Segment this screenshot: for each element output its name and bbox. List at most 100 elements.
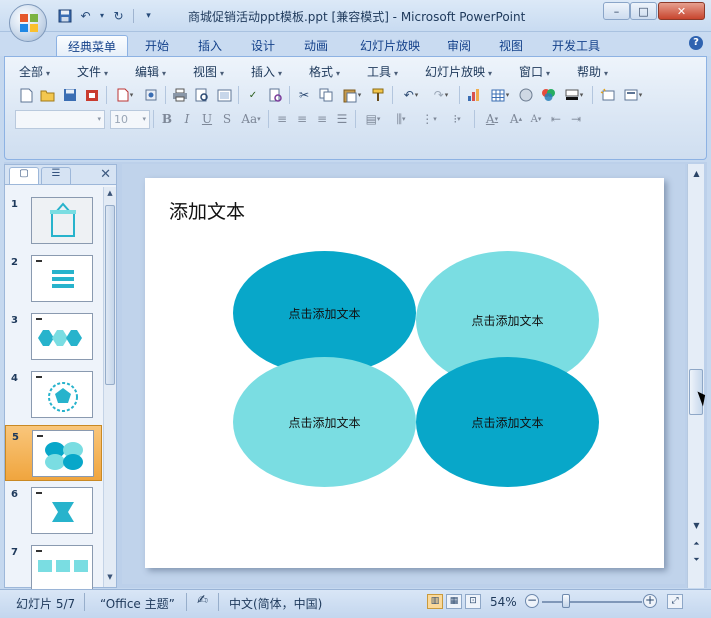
tab-view[interactable]: 视图 bbox=[492, 35, 530, 56]
tab-insert[interactable]: 插入 bbox=[191, 35, 229, 56]
menu-file[interactable]: 文件 ▾ bbox=[77, 63, 108, 80]
maximize-button[interactable]: □ bbox=[630, 2, 657, 20]
spell-check-icon[interactable]: ✍ bbox=[197, 593, 208, 608]
bold-icon[interactable]: B bbox=[157, 110, 177, 129]
text-columns-icon[interactable]: ▤ ▾ bbox=[359, 110, 387, 129]
align-center-icon[interactable]: ≡ bbox=[292, 110, 312, 129]
tab-classic-menu[interactable]: 经典菜单 bbox=[56, 35, 128, 56]
close-icon[interactable]: ✕ bbox=[100, 167, 111, 182]
scroll-down-icon[interactable]: ▼ bbox=[105, 573, 115, 585]
tab-slides[interactable]: ▢ bbox=[9, 167, 39, 184]
menu-format[interactable]: 格式 ▾ bbox=[309, 63, 340, 80]
font-size-combo[interactable]: 10 ▾ bbox=[110, 109, 150, 129]
slide-thumbnail-1[interactable]: 1 bbox=[5, 193, 102, 249]
format-painter-icon[interactable] bbox=[367, 85, 389, 105]
customize-qat-icon[interactable]: ▾ bbox=[140, 7, 157, 24]
slide-sorter-view-icon[interactable]: ▦ bbox=[446, 594, 462, 609]
zoom-slider-track[interactable] bbox=[542, 601, 642, 603]
minimize-button[interactable]: – bbox=[603, 2, 630, 20]
change-case-icon[interactable]: Aa ▾ bbox=[237, 110, 265, 129]
menu-help[interactable]: 帮助 ▾ bbox=[577, 63, 608, 80]
color-grayscale-icon[interactable] bbox=[537, 85, 559, 105]
increase-indent-icon[interactable]: ⇥ bbox=[566, 110, 586, 129]
scrollbar-thumb[interactable] bbox=[105, 205, 115, 385]
bullets-icon[interactable]: ⁝ ▾ bbox=[443, 110, 471, 129]
copy-icon[interactable] bbox=[315, 85, 337, 105]
slide-title[interactable]: 添加文本 bbox=[169, 197, 245, 224]
underline-icon[interactable]: U bbox=[197, 110, 217, 129]
text-direction-icon[interactable]: ⫼ ▾ bbox=[387, 110, 415, 129]
fill-color-icon[interactable]: ▾ bbox=[559, 85, 589, 105]
undo-icon[interactable]: ↶ ▾ bbox=[396, 85, 426, 105]
print-preview-icon[interactable] bbox=[191, 85, 213, 105]
shrink-font-icon[interactable]: A ▾ bbox=[526, 110, 546, 129]
scroll-up-icon[interactable]: ▲ bbox=[105, 189, 115, 201]
next-slide-icon[interactable]: ⏷ bbox=[689, 552, 704, 567]
research-icon[interactable] bbox=[264, 85, 286, 105]
redo-icon[interactable]: ↻ bbox=[110, 7, 127, 24]
menu-edit[interactable]: 编辑 ▾ bbox=[135, 63, 166, 80]
save-icon[interactable] bbox=[56, 7, 73, 24]
font-name-combo[interactable]: ▾ bbox=[15, 109, 105, 129]
justify-icon[interactable]: ☰ bbox=[332, 110, 352, 129]
grow-font-icon[interactable]: A ▴ bbox=[506, 110, 526, 129]
slide-panel-scrollbar[interactable]: ▲ ▼ bbox=[103, 187, 116, 587]
insert-table-icon[interactable]: ▾ bbox=[485, 85, 515, 105]
menu-window[interactable]: 窗口 ▾ bbox=[519, 63, 550, 80]
menu-slideshow[interactable]: 幻灯片放映 ▾ bbox=[425, 63, 492, 80]
slide-layout-icon[interactable]: ▾ bbox=[618, 85, 648, 105]
scroll-up-icon[interactable]: ▲ bbox=[689, 166, 704, 181]
slideshow-view-icon[interactable]: ⊡ bbox=[465, 594, 481, 609]
save-icon[interactable] bbox=[59, 85, 81, 105]
tab-slideshow[interactable]: 幻灯片放映 bbox=[350, 35, 430, 56]
insert-chart-icon[interactable] bbox=[463, 85, 485, 105]
vertical-scrollbar[interactable]: ▲ ▼ ⏶ ⏷ bbox=[687, 164, 704, 588]
previous-slide-icon[interactable]: ⏶ bbox=[689, 536, 704, 551]
font-color-icon[interactable]: A ▾ bbox=[478, 110, 506, 129]
align-right-icon[interactable]: ≡ bbox=[312, 110, 332, 129]
layout-icon[interactable] bbox=[213, 85, 235, 105]
print-icon[interactable] bbox=[169, 85, 191, 105]
menu-tools[interactable]: 工具 ▾ bbox=[367, 63, 398, 80]
slide-thumbnail-2[interactable]: 2 bbox=[5, 251, 102, 307]
menu-all[interactable]: 全部 ▾ bbox=[19, 63, 50, 80]
close-button[interactable]: ✕ bbox=[658, 2, 705, 20]
new-slide-icon[interactable] bbox=[596, 85, 618, 105]
zoom-level[interactable]: 54% bbox=[490, 595, 517, 609]
tab-animation[interactable]: 动画 bbox=[297, 35, 335, 56]
ellipse-bottom-right[interactable]: 点击添加文本 bbox=[416, 357, 599, 487]
zoom-out-icon[interactable]: − bbox=[525, 594, 539, 608]
hyperlink-icon[interactable] bbox=[515, 85, 537, 105]
slide-thumbnail-6[interactable]: 6 bbox=[5, 483, 102, 539]
numbering-icon[interactable]: ⋮ ▾ bbox=[415, 110, 443, 129]
fit-to-window-icon[interactable]: ⤢ bbox=[667, 594, 683, 609]
menu-view[interactable]: 视图 ▾ bbox=[193, 63, 224, 80]
permission-icon[interactable] bbox=[81, 85, 103, 105]
tab-review[interactable]: 审阅 bbox=[440, 35, 478, 56]
current-slide[interactable]: 添加文本 点击添加文本 点击添加文本 点击添加文本 点击添加文本 bbox=[145, 178, 664, 568]
shadow-icon[interactable]: S bbox=[217, 110, 237, 129]
export-pdf-icon[interactable]: ▾ bbox=[110, 85, 140, 105]
ellipse-bottom-left[interactable]: 点击添加文本 bbox=[233, 357, 416, 487]
zoom-in-icon[interactable]: + bbox=[643, 594, 657, 608]
new-icon[interactable] bbox=[15, 85, 37, 105]
office-button[interactable] bbox=[9, 4, 47, 42]
align-left-icon[interactable]: ≡ bbox=[272, 110, 292, 129]
redo-icon[interactable]: ↷ ▾ bbox=[426, 85, 456, 105]
scroll-down-icon[interactable]: ▼ bbox=[689, 518, 704, 533]
slide-thumbnail-4[interactable]: 4 bbox=[5, 367, 102, 423]
tab-outline[interactable]: ☰ bbox=[41, 167, 71, 184]
undo-dropdown-icon[interactable]: ▾ bbox=[98, 7, 106, 24]
help-icon[interactable]: ? bbox=[689, 36, 703, 50]
decrease-indent-icon[interactable]: ⇤ bbox=[546, 110, 566, 129]
paste-icon[interactable]: ▾ bbox=[337, 85, 367, 105]
italic-icon[interactable]: I bbox=[177, 110, 197, 129]
tab-developer[interactable]: 开发工具 bbox=[545, 35, 607, 56]
attach-icon[interactable] bbox=[140, 85, 162, 105]
cut-icon[interactable]: ✂ bbox=[293, 85, 315, 105]
tab-home[interactable]: 开始 bbox=[138, 35, 176, 56]
tab-design[interactable]: 设计 bbox=[244, 35, 282, 56]
undo-icon[interactable]: ↶ bbox=[77, 7, 94, 24]
slide-thumbnail-5[interactable]: 5 bbox=[5, 425, 102, 481]
normal-view-icon[interactable]: ▥ bbox=[427, 594, 443, 609]
